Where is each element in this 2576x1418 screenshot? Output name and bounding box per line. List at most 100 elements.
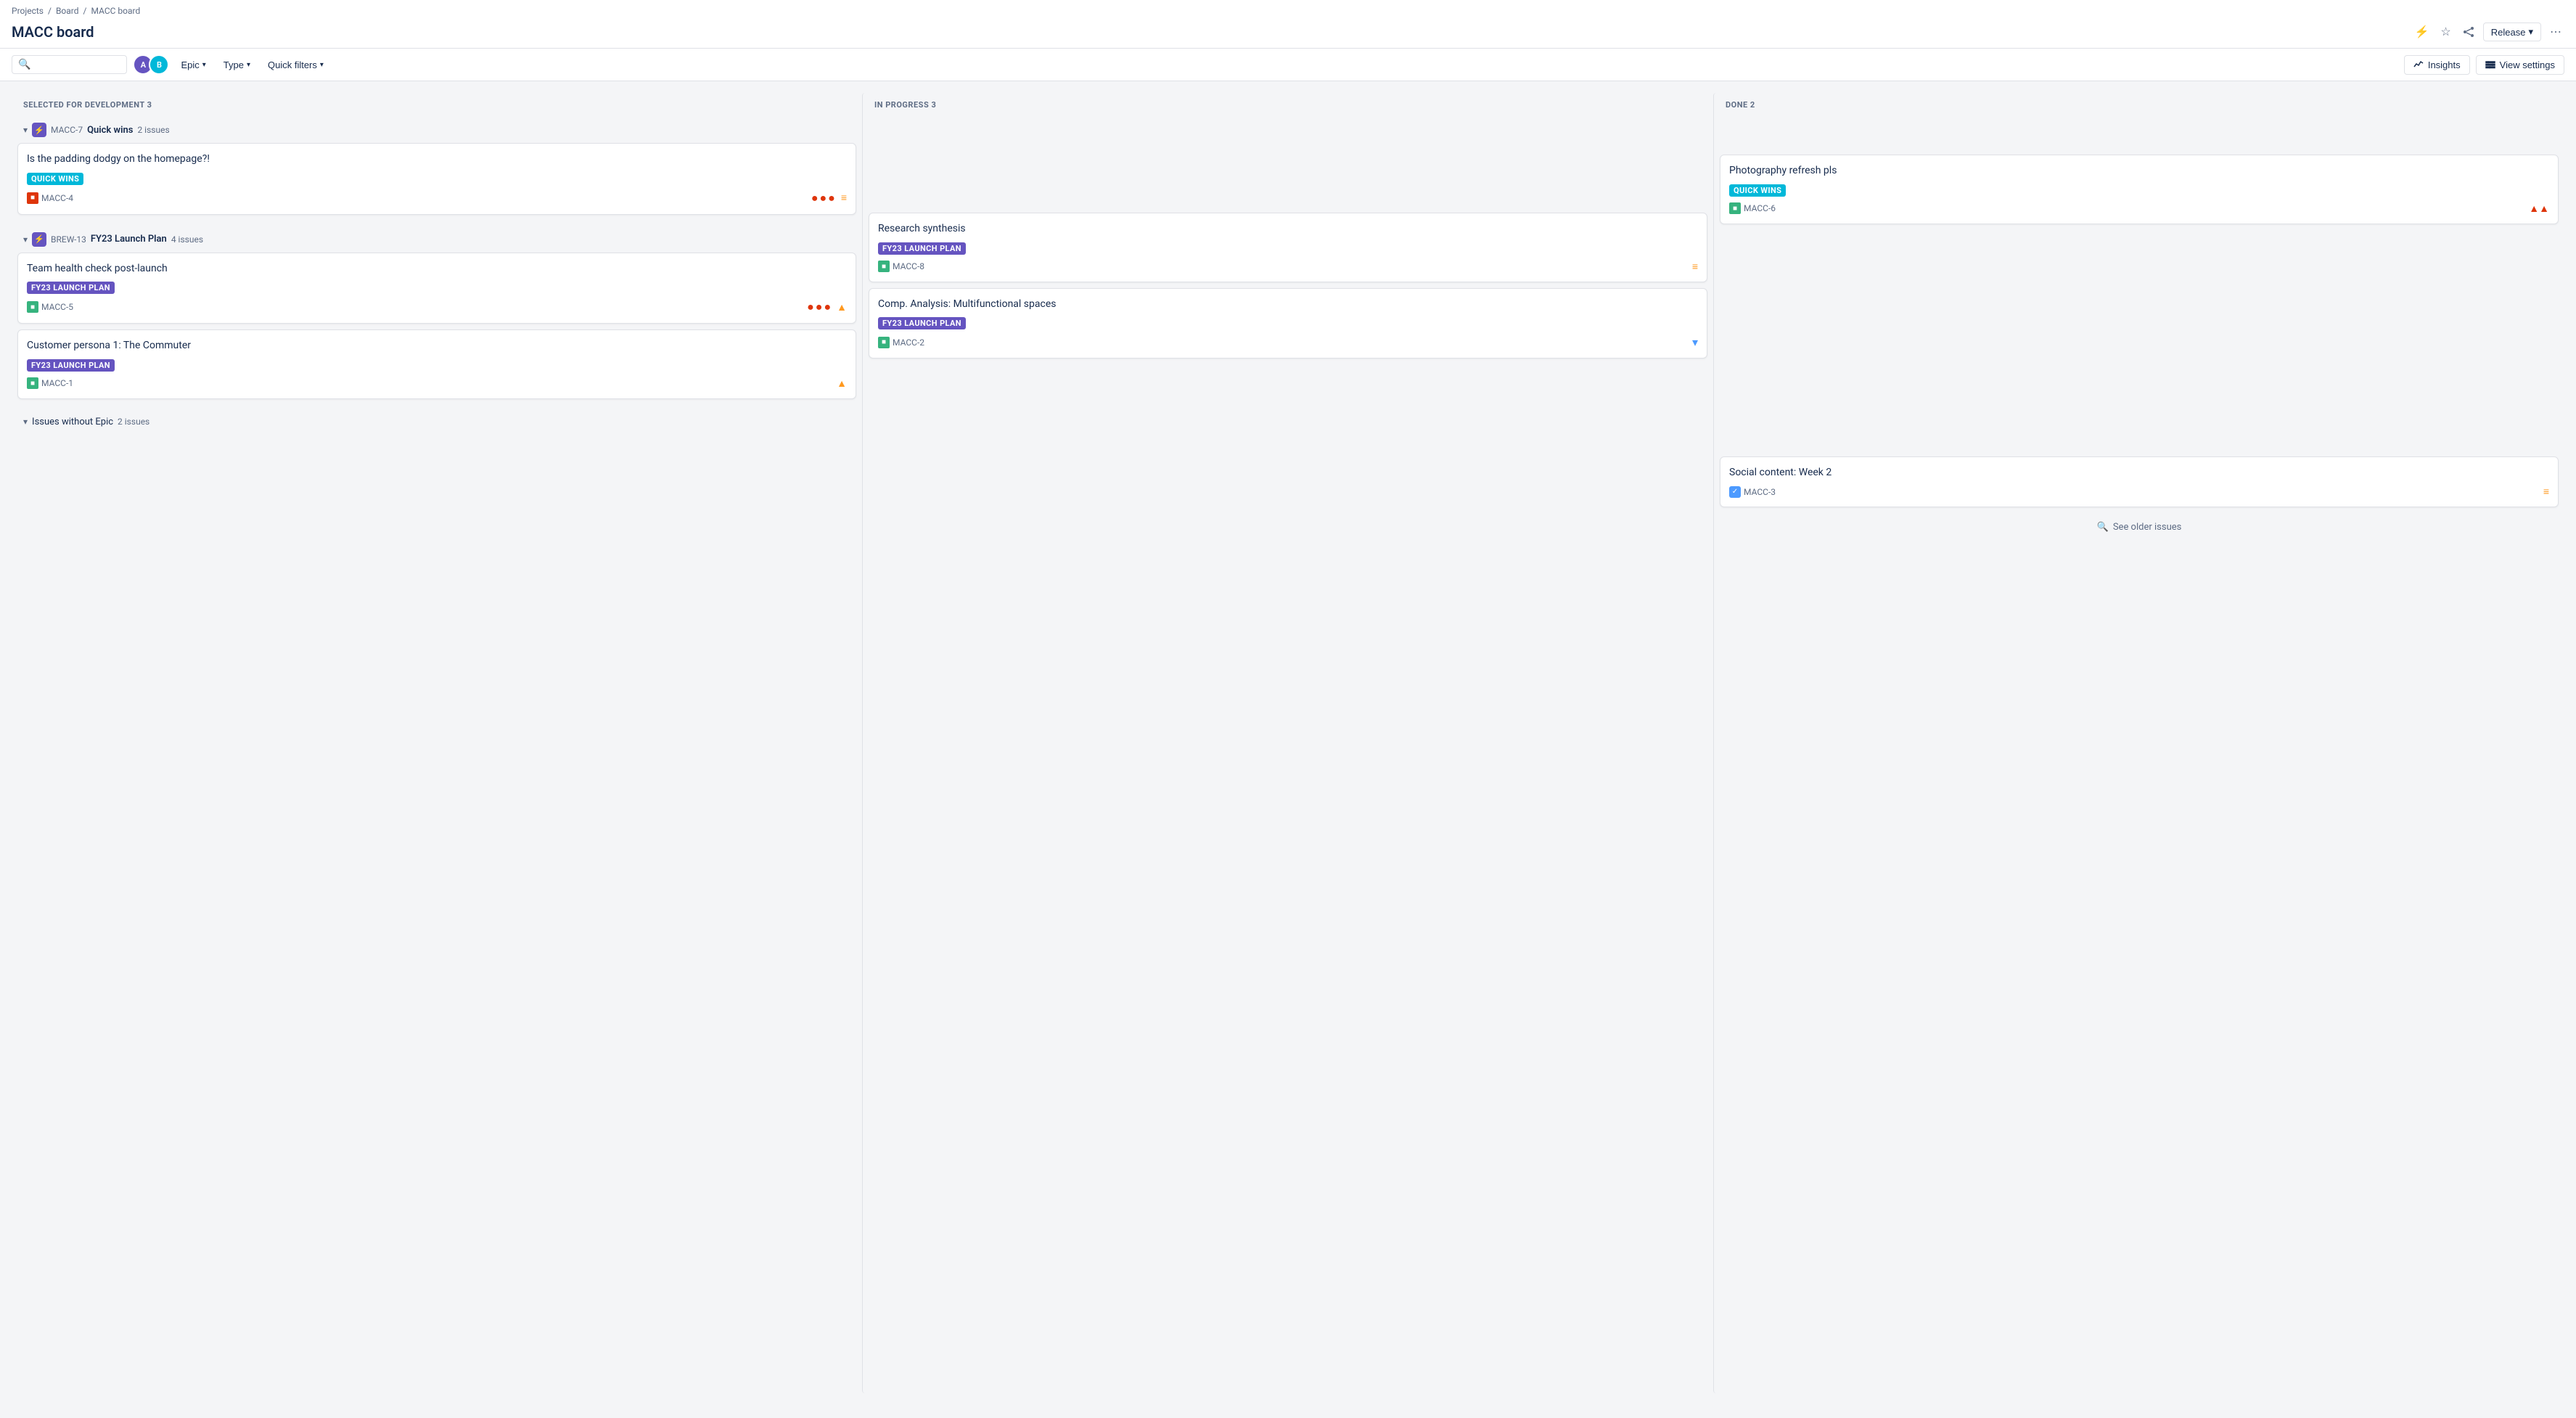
collapse-no-epic-icon[interactable]: ▾ bbox=[23, 417, 28, 427]
bug-icon: ■ bbox=[27, 192, 38, 204]
card-footer-macc-5: ■ MACC-5 ●●● ▲ bbox=[27, 300, 847, 314]
epic-group-quick-wins-done: Photography refresh pls QUICK WINS ■ MAC… bbox=[1720, 117, 2559, 224]
story-icon-macc-6: ■ bbox=[1729, 202, 1741, 214]
epic-group-fy23: ▾ ⚡ BREW-13 FY23 Launch Plan 4 issues Te… bbox=[17, 226, 856, 399]
priority-icon-macc-8: ≡ bbox=[1692, 261, 1698, 273]
issues-without-epic-label: Issues without Epic bbox=[32, 417, 113, 427]
search-input[interactable] bbox=[33, 60, 120, 70]
chevron-down-icon-macc-2: ▾ bbox=[1692, 335, 1698, 349]
card-macc-1[interactable]: Customer persona 1: The Commuter FY23 LA… bbox=[17, 329, 856, 399]
card-macc-8[interactable]: Research synthesis FY23 LAUNCH PLAN ■ MA… bbox=[869, 213, 1707, 282]
card-footer-macc-1: ■ MACC-1 ▲ bbox=[27, 377, 847, 390]
story-icon-macc-5: ■ bbox=[27, 301, 38, 313]
issues-without-epic-header: ▾ Issues without Epic 2 issues bbox=[17, 411, 856, 433]
quick-filters-chevron-icon: ▾ bbox=[320, 61, 324, 69]
priority-icon-macc-3: ≡ bbox=[2543, 485, 2549, 498]
collapse-quick-wins-icon[interactable]: ▾ bbox=[23, 125, 28, 135]
card-id-macc-5: ■ MACC-5 bbox=[27, 301, 73, 313]
card-label-macc-1: FY23 LAUNCH PLAN bbox=[27, 359, 115, 372]
empty-selected-no-epic bbox=[17, 433, 856, 477]
empty-inprogress-no-epic bbox=[863, 370, 1713, 457]
card-actions-macc-1: ▲ bbox=[837, 377, 847, 390]
card-footer-macc-2: ■ MACC-2 ▾ bbox=[878, 335, 1698, 349]
quick-filters-button[interactable]: Quick filters ▾ bbox=[262, 57, 329, 73]
card-title-macc-4: Is the padding dodgy on the homepage?! bbox=[27, 152, 847, 167]
issues-without-epic-done: Social content: Week 2 ✓ MACC-3 ≡ 🔍 See … bbox=[1720, 422, 2559, 542]
search-icon: 🔍 bbox=[18, 59, 30, 70]
filter-bar: 🔍 A B Epic ▾ Type ▾ Quick filters ▾ Insi… bbox=[0, 49, 2576, 81]
epic-filter-button[interactable]: Epic ▾ bbox=[175, 57, 211, 73]
star-button[interactable]: ☆ bbox=[2437, 22, 2453, 42]
story-icon-macc-2: ■ bbox=[878, 337, 890, 348]
card-label-macc-6: QUICK WINS bbox=[1729, 184, 1786, 197]
filter-bar-right: Insights View settings bbox=[2404, 55, 2564, 75]
card-label-quick-wins: QUICK WINS bbox=[27, 173, 83, 185]
card-macc-3[interactable]: Social content: Week 2 ✓ MACC-3 ≡ bbox=[1720, 456, 2559, 508]
epic-group-quick-wins: ▾ ⚡ MACC-7 Quick wins 2 issues Is the pa… bbox=[17, 117, 856, 215]
breadcrumb-projects[interactable]: Projects bbox=[12, 6, 44, 16]
epic-chevron-icon: ▾ bbox=[202, 61, 206, 69]
card-title-macc-2: Comp. Analysis: Multifunctional spaces bbox=[878, 298, 1698, 312]
story-icon-macc-1: ■ bbox=[27, 377, 38, 389]
issues-without-epic-count: 2 issues bbox=[118, 417, 149, 427]
card-macc-5[interactable]: Team health check post-launch FY23 LAUNC… bbox=[17, 253, 856, 324]
epic-group-fy23-done bbox=[1720, 236, 2559, 410]
page-title: MACC board bbox=[12, 23, 94, 41]
card-id-macc-3: ✓ MACC-3 bbox=[1729, 486, 1776, 498]
card-macc-6[interactable]: Photography refresh pls QUICK WINS ■ MAC… bbox=[1720, 155, 2559, 224]
breadcrumb-current: MACC board bbox=[91, 6, 140, 16]
more-options-button[interactable]: ⋯ bbox=[2547, 22, 2564, 42]
column-selected: SELECTED FOR DEVELOPMENT 3 ▾ ⚡ MACC-7 Qu… bbox=[12, 93, 862, 1393]
card-title-macc-1: Customer persona 1: The Commuter bbox=[27, 339, 847, 353]
card-actions-macc-3: ≡ bbox=[2543, 485, 2549, 498]
avatar-group: A B bbox=[133, 54, 169, 75]
dots-icon-macc-4: ●●● bbox=[811, 191, 837, 205]
collapse-fy23-icon[interactable]: ▾ bbox=[23, 234, 28, 245]
board: SELECTED FOR DEVELOPMENT 3 ▾ ⚡ MACC-7 Qu… bbox=[0, 81, 2576, 1405]
epic-group-fy23-inprogress: Research synthesis FY23 LAUNCH PLAN ■ MA… bbox=[869, 213, 1707, 358]
epic-count-quick-wins: 2 issues bbox=[137, 125, 169, 135]
card-label-macc-2: FY23 LAUNCH PLAN bbox=[878, 317, 966, 329]
type-filter-button[interactable]: Type ▾ bbox=[218, 57, 256, 73]
card-actions-macc-5: ●●● ▲ bbox=[807, 300, 847, 314]
chevron-up-icon-macc-5: ▲ bbox=[837, 301, 847, 313]
insights-button[interactable]: Insights bbox=[2404, 55, 2470, 75]
card-id-macc-6: ■ MACC-6 bbox=[1729, 202, 1776, 214]
card-label-macc-5: FY23 LAUNCH PLAN bbox=[27, 282, 115, 294]
lightning-button[interactable]: ⚡ bbox=[2412, 22, 2432, 42]
priority-icon-macc-4: ≡ bbox=[841, 192, 847, 204]
see-older-button[interactable]: 🔍 See older issues bbox=[1720, 513, 2559, 541]
epic-count-fy23: 4 issues bbox=[171, 234, 203, 245]
breadcrumb-board[interactable]: Board bbox=[56, 6, 79, 16]
view-settings-button[interactable]: View settings bbox=[2476, 55, 2564, 75]
search-older-icon: 🔍 bbox=[2097, 522, 2109, 533]
column-in-progress: IN PROGRESS 3 Research synthesis FY23 LA… bbox=[862, 93, 1713, 1393]
card-title-macc-3: Social content: Week 2 bbox=[1729, 466, 2549, 480]
epic-icon-quick-wins: ⚡ bbox=[32, 123, 46, 137]
card-footer-macc-3: ✓ MACC-3 ≡ bbox=[1729, 485, 2549, 498]
card-macc-4[interactable]: Is the padding dodgy on the homepage?! Q… bbox=[17, 143, 856, 215]
card-footer-macc-4: ■ MACC-4 ●●● ≡ bbox=[27, 191, 847, 205]
epic-key-quick-wins: MACC-7 bbox=[51, 125, 83, 135]
epic-group-quick-wins-inprogress bbox=[869, 117, 1707, 175]
avatar-2[interactable]: B bbox=[149, 54, 169, 75]
column-done: DONE 2 Photography refresh pls QUICK WIN… bbox=[1713, 93, 2564, 1393]
card-macc-2[interactable]: Comp. Analysis: Multifunctional spaces F… bbox=[869, 288, 1707, 359]
column-header-selected: SELECTED FOR DEVELOPMENT 3 bbox=[12, 93, 862, 117]
epic-icon-fy23: ⚡ bbox=[32, 232, 46, 247]
type-chevron-icon: ▾ bbox=[247, 61, 250, 69]
card-actions-macc-6: ▲▲ bbox=[2529, 202, 2549, 215]
issues-without-epic-section: ▾ Issues without Epic 2 issues bbox=[17, 411, 856, 477]
double-chevron-up-icon: ▲▲ bbox=[2529, 202, 2549, 215]
card-title-macc-6: Photography refresh pls bbox=[1729, 164, 2549, 179]
release-button[interactable]: Release ▾ bbox=[2483, 22, 2541, 41]
card-actions-macc-2: ▾ bbox=[1692, 335, 1698, 349]
share-button[interactable] bbox=[2460, 23, 2477, 41]
card-id-macc-8: ■ MACC-8 bbox=[878, 261, 924, 272]
epic-key-fy23: BREW-13 bbox=[51, 234, 86, 245]
card-id-macc-4: ■ MACC-4 bbox=[27, 192, 73, 204]
breadcrumb: Projects / Board / MACC board bbox=[12, 0, 2564, 19]
epic-name-quick-wins: Quick wins bbox=[87, 125, 133, 136]
search-box[interactable]: 🔍 bbox=[12, 55, 127, 74]
card-actions-macc-8: ≡ bbox=[1692, 261, 1698, 273]
